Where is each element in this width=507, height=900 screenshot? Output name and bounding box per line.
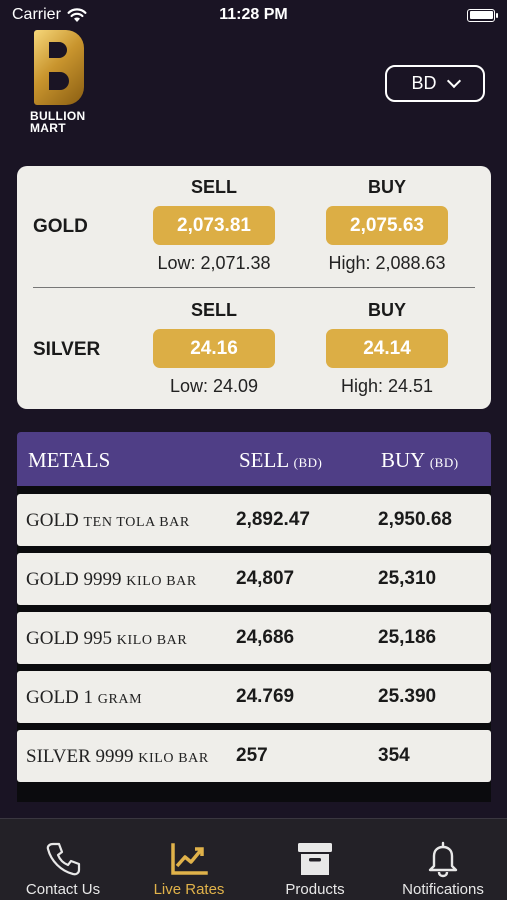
bullion-mart-logo: BULLION MART	[30, 30, 90, 138]
table-row[interactable]: GOLD 9999 KILO BAR 24,807 25,310	[17, 553, 491, 605]
table-row[interactable]: GOLD 995 KILO BAR 24,686 25,186	[17, 612, 491, 664]
gold-low: Low: 2,071.38	[157, 253, 271, 273]
battery-icon	[467, 8, 498, 22]
sell-heading: SELL	[190, 300, 237, 320]
metal-name: GOLD 995 KILO BAR	[26, 628, 188, 649]
archive-box-icon	[298, 843, 332, 875]
silver-sell-price: 24.16	[153, 329, 275, 368]
silver-sell-column: SELL 24.16 Low: 24.09	[139, 300, 289, 397]
currency-value: BD	[411, 73, 437, 93]
metals-column-header: METALS	[28, 448, 111, 472]
chart-icon	[171, 843, 208, 875]
gold-buy-price: 2,075.63	[326, 206, 448, 245]
wifi-icon	[67, 7, 87, 22]
silver-spot-section: SILVER SELL 24.16 Low: 24.09 BUY 24.14 H…	[17, 289, 491, 407]
gold-sell-price: 2,073.81	[153, 206, 275, 245]
buy-heading: BUY	[367, 300, 406, 320]
sell-price: 2,892.47	[236, 509, 310, 530]
logo-mark	[34, 30, 84, 105]
buy-price: 25.390	[378, 686, 437, 707]
chevron-down-icon	[446, 73, 461, 89]
buy-price: 25,186	[378, 627, 437, 648]
metals-table: GOLD TEN TOLA BAR 2,892.47 2,950.68 GOLD…	[17, 486, 491, 802]
gold-high: High: 2,088.63	[328, 253, 446, 273]
buy-price: 25,310	[378, 568, 437, 589]
sell-price: 24,807	[236, 568, 295, 589]
silver-buy-column: BUY 24.14 High: 24.51	[312, 300, 462, 397]
tab-label: Contact Us	[25, 881, 101, 898]
buy-column-header: BUY (BD)	[381, 448, 459, 472]
silver-buy-price: 24.14	[326, 329, 448, 368]
tab-notifications[interactable]: Notifications	[380, 819, 506, 900]
tab-live-rates[interactable]: Live Rates	[126, 819, 252, 900]
carrier-info: Carrier	[12, 6, 87, 24]
buy-price: 354	[378, 745, 410, 766]
status-bar: Carrier 11:28 PM	[0, 0, 507, 30]
tab-contact-us[interactable]: Contact Us	[0, 819, 126, 900]
tab-label: Products	[285, 881, 345, 898]
sell-price: 24.769	[236, 686, 295, 707]
tab-products[interactable]: Products	[252, 819, 378, 900]
metal-name: GOLD TEN TOLA BAR	[26, 510, 190, 531]
logo-text: BULLION MART	[30, 109, 86, 135]
silver-label: SILVER	[33, 339, 101, 360]
sell-price: 24,686	[236, 627, 295, 648]
sell-price: 257	[236, 745, 268, 766]
table-row[interactable]: GOLD TEN TOLA BAR 2,892.47 2,950.68	[17, 494, 491, 546]
gold-spot-section: GOLD SELL 2,073.81 Low: 2,071.38 BUY 2,0…	[17, 166, 491, 284]
sell-column-header: SELL (BD)	[239, 448, 323, 472]
carrier-label: Carrier	[12, 6, 61, 23]
silver-high: High: 24.51	[340, 376, 434, 396]
metal-name: GOLD 1 GRAM	[26, 687, 143, 708]
phone-icon	[46, 842, 81, 876]
sell-heading: SELL	[190, 177, 237, 197]
tab-label: Notifications	[402, 881, 484, 898]
buy-heading: BUY	[367, 177, 406, 197]
spot-rates-card: GOLD SELL 2,073.81 Low: 2,071.38 BUY 2,0…	[17, 166, 491, 409]
gold-buy-column: BUY 2,075.63 High: 2,088.63	[312, 177, 462, 274]
tab-bar: Contact Us Live Rates Products Notificat…	[0, 818, 507, 900]
table-row[interactable]: GOLD 1 GRAM 24.769 25.390	[17, 671, 491, 723]
metal-name: SILVER 9999 KILO BAR	[26, 746, 209, 767]
silver-low: Low: 24.09	[169, 376, 259, 396]
bell-icon	[428, 841, 458, 878]
gold-sell-column: SELL 2,073.81 Low: 2,071.38	[139, 177, 289, 274]
gold-label: GOLD	[33, 216, 88, 237]
buy-price: 2,950.68	[378, 509, 452, 530]
divider	[33, 287, 475, 288]
metals-table-header: METALS SELL (BD) BUY (BD)	[17, 432, 491, 486]
currency-dropdown[interactable]: BD	[385, 65, 485, 102]
table-row[interactable]: SILVER 9999 KILO BAR 257 354	[17, 730, 491, 782]
tab-label: Live Rates	[153, 881, 225, 898]
metal-name: GOLD 9999 KILO BAR	[26, 569, 197, 590]
